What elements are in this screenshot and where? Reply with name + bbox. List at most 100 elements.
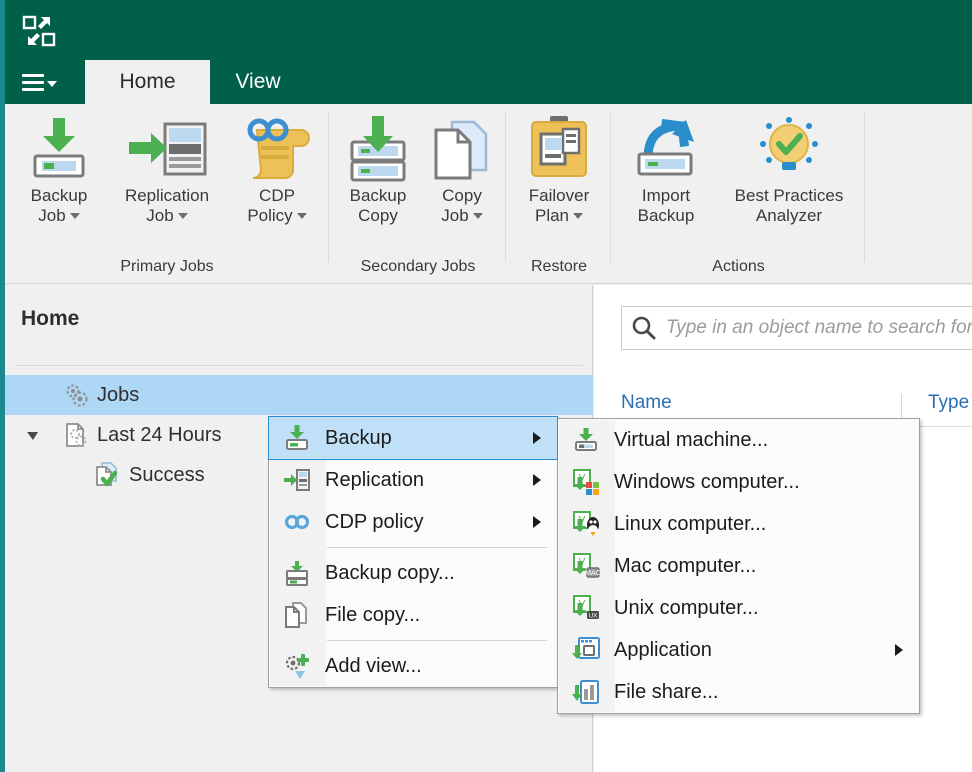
label-line2: Job xyxy=(146,206,173,225)
windows-computer-icon: V xyxy=(558,461,614,503)
submenu-item-label: Windows computer... xyxy=(614,471,800,494)
menu-item-replication[interactable]: Replication xyxy=(269,459,557,501)
submenu-item-label: Mac computer... xyxy=(614,555,756,578)
search-icon xyxy=(622,315,666,341)
column-header-name[interactable]: Name xyxy=(621,392,672,414)
backup-job-icon xyxy=(9,112,109,184)
copy-job-icon xyxy=(422,112,502,184)
label-line2: Plan xyxy=(535,206,569,225)
menu-item-file-copy[interactable]: File copy... xyxy=(269,594,557,636)
chevron-down-icon[interactable] xyxy=(573,213,583,219)
submenu-item-linux-computer[interactable]: V Linux computer... xyxy=(558,503,919,545)
ribbon-button-copy-job[interactable]: Copy Job xyxy=(422,112,502,226)
mac-computer-icon: V MAC xyxy=(558,545,614,587)
label-line2: Analyzer xyxy=(756,206,822,225)
backup-submenu: Virtual machine... V Windows computer...… xyxy=(557,418,920,714)
chevron-down-icon[interactable] xyxy=(70,213,80,219)
tree-item-label: Success xyxy=(129,464,205,487)
menu-item-label: Replication xyxy=(325,469,424,492)
menu-item-label: File copy... xyxy=(325,604,420,627)
chevron-down-icon xyxy=(47,81,57,87)
backup-copy-icon xyxy=(336,112,420,184)
group-divider xyxy=(328,112,329,262)
submenu-item-file-share[interactable]: File share... xyxy=(558,671,919,713)
chevron-down-icon[interactable] xyxy=(297,213,307,219)
ribbon-group-title: Actions xyxy=(612,258,865,276)
context-menu: Backup Replication xyxy=(268,416,558,688)
label-line2: Copy xyxy=(358,206,398,225)
chevron-down-icon[interactable] xyxy=(473,213,483,219)
svg-text:UX: UX xyxy=(588,613,598,620)
tab-view[interactable]: View xyxy=(215,60,301,104)
menu-item-backup-copy[interactable]: Backup copy... xyxy=(269,552,557,594)
submenu-item-label: File share... xyxy=(614,681,718,704)
veeam-backup-console-window: Home View Backup Job xyxy=(0,0,972,772)
ribbon-button-label: Backup Job xyxy=(9,186,109,226)
tree-item-jobs[interactable]: Jobs xyxy=(5,375,593,415)
tab-home[interactable]: Home xyxy=(85,60,210,104)
ribbon-group-restore: Failover Plan Restore xyxy=(507,104,611,284)
ribbon-button-backup-job[interactable]: Backup Job xyxy=(9,112,109,226)
submenu-arrow-icon xyxy=(895,644,903,656)
ribbon-button-label: Import Backup xyxy=(618,186,714,226)
label-line2: Backup xyxy=(638,206,695,225)
replication-icon xyxy=(269,459,325,501)
virtual-machine-icon xyxy=(558,419,614,461)
menu-item-backup[interactable]: Backup xyxy=(269,417,557,459)
backup-copy-icon xyxy=(269,552,325,594)
ribbon-group-actions: Import Backup xyxy=(612,104,865,284)
column-header-type[interactable]: Type xyxy=(928,392,969,414)
group-divider xyxy=(505,112,506,262)
label-line2: Job xyxy=(441,206,468,225)
submenu-item-label: Virtual machine... xyxy=(614,429,768,452)
ribbon-button-label: Failover Plan xyxy=(511,186,607,226)
submenu-item-label: Unix computer... xyxy=(614,597,759,620)
unix-computer-icon: V UX xyxy=(558,587,614,629)
label-line1: Backup xyxy=(350,186,407,205)
menu-item-label: Backup copy... xyxy=(325,562,455,585)
file-share-icon xyxy=(558,671,614,713)
ribbon-button-label: Replication Job xyxy=(109,186,225,226)
label-line1: Import xyxy=(642,186,690,205)
ribbon-button-label: CDP Policy xyxy=(229,186,325,226)
submenu-item-windows-computer[interactable]: V Windows computer... xyxy=(558,461,919,503)
label-line1: Copy xyxy=(442,186,482,205)
label-line1: Replication xyxy=(125,186,209,205)
menu-item-cdp-policy[interactable]: CDP policy xyxy=(269,501,557,543)
ribbon-group-title: Restore xyxy=(507,258,611,276)
ribbon-button-cdp-policy[interactable]: CDP Policy xyxy=(229,112,325,226)
submenu-item-mac-computer[interactable]: V MAC Mac computer... xyxy=(558,545,919,587)
hamburger-bars xyxy=(22,74,44,92)
ribbon-group-secondary-jobs: Backup Copy Copy Job Secondary Jobs xyxy=(330,104,506,284)
label-line1: Backup xyxy=(31,186,88,205)
label-line2: Job xyxy=(38,206,65,225)
group-divider xyxy=(864,112,865,262)
search-input[interactable]: Type in an object name to search for xyxy=(621,306,972,350)
tree-item-label: Last 24 Hours xyxy=(97,424,222,447)
application-icon xyxy=(558,629,614,671)
expander-expanded-icon[interactable] xyxy=(25,427,41,443)
label-line1: Failover xyxy=(529,186,589,205)
menu-item-add-view[interactable]: Add view... xyxy=(269,645,557,687)
chevron-down-icon[interactable] xyxy=(178,213,188,219)
ribbon-button-failover-plan[interactable]: Failover Plan xyxy=(511,112,607,226)
ribbon-button-backup-copy[interactable]: Backup Copy xyxy=(336,112,420,226)
svg-text:MAC: MAC xyxy=(585,570,601,577)
column-divider[interactable] xyxy=(901,394,902,420)
ribbon-button-replication-job[interactable]: Replication Job xyxy=(109,112,225,226)
ribbon-button-label: Backup Copy xyxy=(336,186,420,226)
ribbon-button-best-practices-analyzer[interactable]: Best Practices Analyzer xyxy=(716,112,862,226)
cdp-policy-icon xyxy=(229,112,325,184)
ribbon-button-import-backup[interactable]: Import Backup xyxy=(618,112,714,226)
file-copy-icon xyxy=(269,594,325,636)
submenu-item-label: Application xyxy=(614,639,712,662)
submenu-item-unix-computer[interactable]: V UX Unix computer... xyxy=(558,587,919,629)
submenu-item-application[interactable]: Application xyxy=(558,629,919,671)
backup-icon xyxy=(269,417,325,459)
hamburger-menu-icon[interactable] xyxy=(18,70,64,96)
submenu-item-virtual-machine[interactable]: Virtual machine... xyxy=(558,419,919,461)
submenu-item-label: Linux computer... xyxy=(614,513,766,536)
replication-job-icon xyxy=(109,112,225,184)
ribbon-group-primary-jobs: Backup Job Replication xyxy=(5,104,329,284)
import-backup-icon xyxy=(618,112,714,184)
